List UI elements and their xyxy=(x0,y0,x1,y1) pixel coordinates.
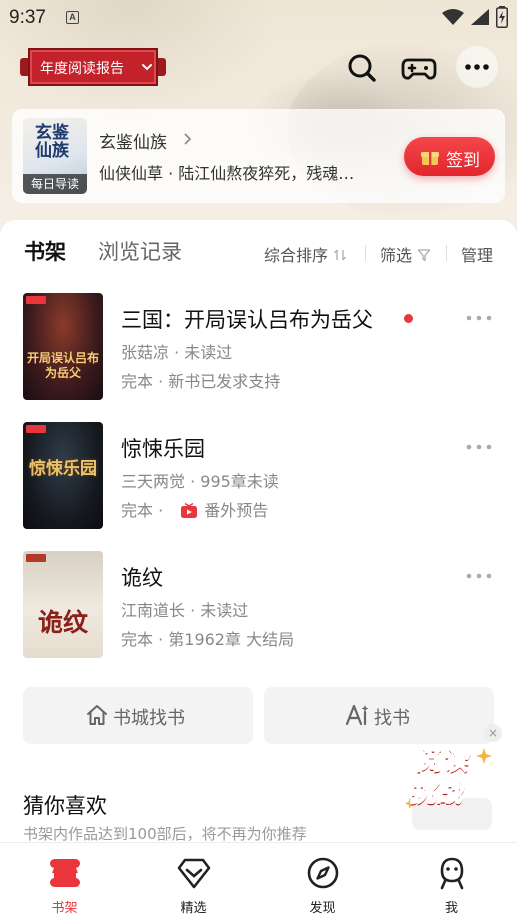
signin-button[interactable]: 签到 xyxy=(404,137,495,176)
book-more-icon[interactable] xyxy=(465,313,495,323)
diamond-icon xyxy=(177,858,211,889)
cover-publisher-badge xyxy=(26,296,46,304)
nav-profile-label: 我 xyxy=(444,901,458,916)
manage-button[interactable]: 管理 xyxy=(461,242,493,266)
reading-challenge-widget[interactable]: 阅读 挑战 × xyxy=(404,724,502,832)
nav-discover[interactable]: 发现 xyxy=(258,843,387,920)
status-bar: 9:37 A xyxy=(0,0,517,34)
daily-guide-title[interactable]: 玄鉴仙族 xyxy=(99,128,167,153)
nav-bookshelf[interactable]: 书架 xyxy=(0,843,129,920)
guess-you-like-title: 猜你喜欢 xyxy=(23,794,107,818)
filter-funnel-icon xyxy=(417,249,431,262)
home-icon xyxy=(87,705,107,725)
wifi-icon xyxy=(442,9,464,25)
unread-dot xyxy=(404,314,413,323)
tv-icon xyxy=(181,503,198,518)
bookstore-find-button[interactable]: 书城找书 xyxy=(23,687,253,744)
book-cover[interactable]: 诡纹 xyxy=(23,551,103,658)
close-icon[interactable]: × xyxy=(484,724,502,742)
more-menu-button[interactable] xyxy=(456,46,498,88)
cover-title-art: 惊悚乐园 xyxy=(29,459,97,479)
toolbar-divider xyxy=(446,245,447,261)
ai-icon xyxy=(345,704,369,726)
book-cover[interactable]: 惊悚乐园 xyxy=(23,422,103,529)
search-button[interactable] xyxy=(342,48,382,88)
book-author-line: 江南道长 · 未读过 xyxy=(121,601,249,620)
book-author-line: 张菇凉 · 未读过 xyxy=(121,343,233,362)
status-time: 9:37 xyxy=(9,7,46,28)
sort-label: 综合排序 xyxy=(264,246,329,265)
signal-icon xyxy=(471,9,489,25)
nav-featured-label: 精选 xyxy=(180,901,207,916)
daily-guide-cover: 玄鉴仙族 每日导读 xyxy=(23,118,87,194)
cover-calligraphy: 玄鉴仙族 xyxy=(35,123,69,161)
book-cover[interactable]: 开局误认吕布为岳父 xyxy=(23,293,103,400)
book-status-line: 完本 · 第1962章 大结局 xyxy=(121,630,295,649)
book-title: 诡纹 xyxy=(121,566,163,590)
bookshelf-icon xyxy=(50,859,80,887)
daily-guide-tag: 每日导读 xyxy=(23,174,87,194)
bookstore-find-label: 书城找书 xyxy=(113,708,185,729)
book-author-line: 三天两觉 · 995章未读 xyxy=(121,472,279,491)
gamepad-icon xyxy=(401,58,437,80)
tab-history-label: 浏览记录 xyxy=(98,240,182,264)
tab-history[interactable]: 浏览记录 xyxy=(98,236,182,266)
profile-icon xyxy=(440,857,464,890)
book-status-text: 番外预告 xyxy=(204,501,269,520)
battery-icon xyxy=(496,6,508,28)
sort-arrows-icon xyxy=(334,249,347,261)
book-title: 三国：开局误认吕布为岳父 xyxy=(121,308,373,332)
book-status-line: 完本 · 新书已发求支持 xyxy=(121,372,281,391)
book-title: 惊悚乐园 xyxy=(121,437,205,461)
book-status-line: 完本 · 番外预告 xyxy=(121,497,268,521)
annual-report-button[interactable]: 年度阅读报告 xyxy=(20,48,166,86)
tab-bookshelf[interactable]: 书架 xyxy=(24,236,66,266)
book-item[interactable]: 开局误认吕布为岳父 三国：开局误认吕布为岳父 张菇凉 · 未读过 完本 · 新书… xyxy=(0,293,517,403)
cover-publisher-badge xyxy=(26,425,46,433)
notification-a-icon: A xyxy=(66,11,79,24)
bottom-navigation: 书架 精选 发现 我 xyxy=(0,842,517,920)
cover-title-art: 开局误认吕布为岳父 xyxy=(27,351,100,380)
daily-guide-description: 仙侠仙草 · 陆江仙熬夜猝死，残魂… xyxy=(99,164,355,183)
gift-icon xyxy=(421,152,439,165)
book-status-prefix: 完本 · xyxy=(121,501,169,520)
nav-featured[interactable]: 精选 xyxy=(129,843,258,920)
book-more-icon[interactable] xyxy=(465,571,495,581)
challenge-line2: 挑战 xyxy=(409,777,463,809)
chevron-down-icon xyxy=(142,64,152,71)
toolbar-divider xyxy=(365,245,366,261)
signin-label: 签到 xyxy=(446,151,480,171)
nav-discover-label: 发现 xyxy=(309,901,336,916)
cover-title-art: 诡纹 xyxy=(37,608,88,637)
sort-button[interactable]: 综合排序 xyxy=(264,242,347,266)
nav-bookshelf-label: 书架 xyxy=(51,901,78,916)
game-button[interactable] xyxy=(399,48,439,88)
more-icon xyxy=(465,64,489,70)
annual-report-label: 年度阅读报告 xyxy=(40,61,124,77)
filter-button[interactable]: 筛选 xyxy=(380,242,431,266)
filter-label: 筛选 xyxy=(380,246,413,265)
chevron-right-icon xyxy=(184,133,192,145)
tab-bookshelf-label: 书架 xyxy=(24,240,66,264)
compass-icon xyxy=(307,857,339,889)
book-more-icon[interactable] xyxy=(465,442,495,452)
book-item[interactable]: 诡纹 诡纹 江南道长 · 未读过 完本 · 第1962章 大结局 xyxy=(0,551,517,661)
nav-profile[interactable]: 我 xyxy=(387,843,516,920)
search-icon xyxy=(348,54,376,82)
cover-publisher-badge xyxy=(26,554,46,562)
book-item[interactable]: 惊悚乐园 惊悚乐园 三天两觉 · 995章未读 完本 · 番外预告 xyxy=(0,422,517,532)
guess-you-like-subtitle: 书架内作品达到100部后，将不再为你推荐 xyxy=(23,825,307,843)
